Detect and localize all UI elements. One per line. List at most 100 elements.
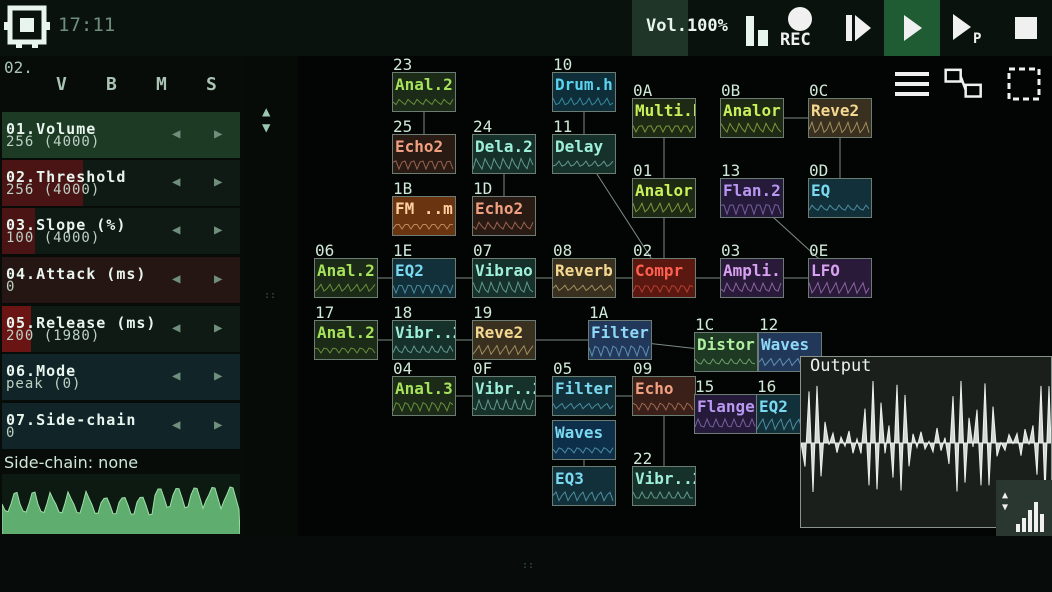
increase-arrow-icon[interactable]: ▶	[214, 368, 222, 384]
module-node[interactable]: 03Ampli.r	[720, 241, 784, 298]
decrease-arrow-icon[interactable]: ◀	[172, 174, 180, 190]
decrease-arrow-icon[interactable]: ◀	[172, 368, 180, 384]
module-node[interactable]: 1D Echo2	[472, 179, 536, 236]
module-name: Anal.2	[317, 261, 375, 280]
param-row[interactable]: 06.Mode peak (0) ◀ ▶	[2, 354, 240, 400]
decrease-arrow-icon[interactable]: ◀	[172, 126, 180, 142]
increase-arrow-icon[interactable]: ▶	[214, 174, 222, 190]
module-node[interactable]: 17 Anal.2	[314, 303, 378, 360]
modules-icon[interactable]	[944, 64, 984, 104]
play-pattern-icon: P	[953, 14, 981, 45]
module-id: 09	[633, 359, 653, 378]
module-node[interactable]: 0C Reve2	[808, 81, 872, 138]
module-node[interactable]: 05 Filter	[552, 359, 616, 416]
module-id: 06	[315, 241, 335, 260]
increase-arrow-icon[interactable]: ▶	[214, 417, 222, 433]
module-node[interactable]: 22Vibr..2	[632, 449, 696, 506]
meter-icon[interactable]: ▲ ▼	[996, 480, 1052, 536]
divider-handle[interactable]: ::	[264, 290, 276, 301]
param-row[interactable]: 02.Threshold 256 (4000) ◀ ▶	[2, 160, 240, 206]
module-node[interactable]: 1C Distor	[694, 315, 758, 372]
decrease-arrow-icon[interactable]: ◀	[172, 417, 180, 433]
module-id: 13	[721, 161, 741, 180]
output-label: Output	[810, 356, 872, 376]
module-node[interactable]: 08 Reverb	[552, 241, 616, 298]
module-id: 1C	[695, 315, 715, 334]
select-icon[interactable]	[1004, 64, 1044, 104]
module-node[interactable]: 09 Echo	[632, 359, 696, 416]
module-node[interactable]: 0E LFO	[808, 241, 872, 298]
svg-text:▲: ▲	[1002, 490, 1008, 501]
module-name: Filter	[555, 379, 613, 398]
module-name: Echo2	[395, 137, 444, 156]
module-node[interactable]: 24 Dela.2	[472, 117, 536, 174]
module-node[interactable]: 0B Analor	[720, 81, 784, 138]
module-node[interactable]: 11 Delay	[552, 117, 616, 174]
module-id: 1B	[393, 179, 413, 198]
param-row[interactable]: 01.Volume 256 (4000) ◀ ▶	[2, 112, 240, 158]
param-row[interactable]: 04.Attack (ms) 0 ◀ ▶	[2, 257, 240, 303]
module-name: Reve2	[475, 323, 524, 342]
module-node[interactable]: 25 Echo2	[392, 117, 456, 174]
sidechain-label: Side-chain: none	[4, 453, 139, 472]
module-node[interactable]: Waves	[552, 420, 616, 460]
module-node[interactable]: 1B FM ..m	[392, 179, 456, 236]
module-node[interactable]: 18Vibr..2	[392, 303, 456, 360]
module-name: Flan.2	[723, 181, 781, 200]
module-name: Anal.2	[395, 75, 453, 94]
param-value: peak (0)	[6, 376, 82, 392]
play-from-start-icon	[846, 15, 871, 41]
module-id: 10	[553, 55, 573, 74]
module-node[interactable]: 07 Vibrao	[472, 241, 536, 298]
module-id: 19	[473, 303, 493, 322]
param-row[interactable]: 03.Slope (%) 100 (4000) ◀ ▶	[2, 208, 240, 254]
play-from-start-button[interactable]	[832, 0, 884, 56]
param-row[interactable]: 07.Side-chain 0 ◀ ▶	[2, 403, 240, 449]
module-node[interactable]: EQ3	[552, 466, 616, 506]
svg-text:▼: ▼	[1002, 502, 1008, 513]
module-node[interactable]: 1E EQ2	[392, 241, 456, 298]
increase-arrow-icon[interactable]: ▶	[214, 271, 222, 287]
module-node[interactable]: 06 Anal.2	[314, 241, 378, 298]
module-node[interactable]: 1A Filter	[588, 303, 652, 360]
stop-button[interactable]	[1000, 0, 1052, 56]
module-name: Drum.h	[555, 75, 613, 94]
param-row[interactable]: 05.Release (ms) 200 (1980) ◀ ▶	[2, 306, 240, 352]
clock: 17:11	[58, 14, 116, 36]
column-v[interactable]: V	[56, 74, 67, 95]
decrease-arrow-icon[interactable]: ◀	[172, 320, 180, 336]
menu-icon[interactable]	[892, 64, 932, 104]
resize-updown-icon[interactable]: ▲ ▼	[262, 104, 270, 136]
bottom-handle[interactable]: ::	[522, 560, 534, 571]
decrease-arrow-icon[interactable]: ◀	[172, 271, 180, 287]
module-id: 1A	[589, 303, 609, 322]
increase-arrow-icon[interactable]: ▶	[214, 222, 222, 238]
module-name: Echo	[635, 379, 674, 398]
levels-icon[interactable]	[740, 0, 776, 56]
decrease-arrow-icon[interactable]: ◀	[172, 222, 180, 238]
sunvox-logo-icon[interactable]	[4, 4, 50, 50]
module-node[interactable]: 04 Anal.3	[392, 359, 456, 416]
module-node[interactable]: 23 Anal.2	[392, 55, 456, 112]
module-name: Vibr..2	[395, 323, 455, 342]
module-node[interactable]: 15Flanger	[694, 377, 758, 434]
increase-arrow-icon[interactable]: ▶	[214, 320, 222, 336]
record-label: REC	[780, 30, 811, 50]
column-b[interactable]: B	[106, 74, 117, 95]
column-s[interactable]: S	[206, 74, 217, 95]
module-node[interactable]: 13 Flan.2	[720, 161, 784, 218]
module-name: Distor	[697, 335, 755, 354]
module-node[interactable]: 0AMulti.h	[632, 81, 696, 138]
play-pattern-button[interactable]: P	[942, 0, 994, 56]
module-node[interactable]: 0D EQ	[808, 161, 872, 218]
increase-arrow-icon[interactable]: ▶	[214, 126, 222, 142]
module-node[interactable]: 19 Reve2	[472, 303, 536, 360]
param-value: 0	[6, 425, 16, 441]
module-node[interactable]: 02 Compr	[632, 241, 696, 298]
module-node[interactable]: 01 Analor	[632, 161, 696, 218]
column-m[interactable]: M	[156, 74, 167, 95]
module-node[interactable]: 10 Drum.h	[552, 55, 616, 112]
module-node[interactable]: 0FVibr..2	[472, 359, 536, 416]
param-value: 0	[6, 279, 16, 295]
play-button[interactable]	[884, 0, 940, 56]
